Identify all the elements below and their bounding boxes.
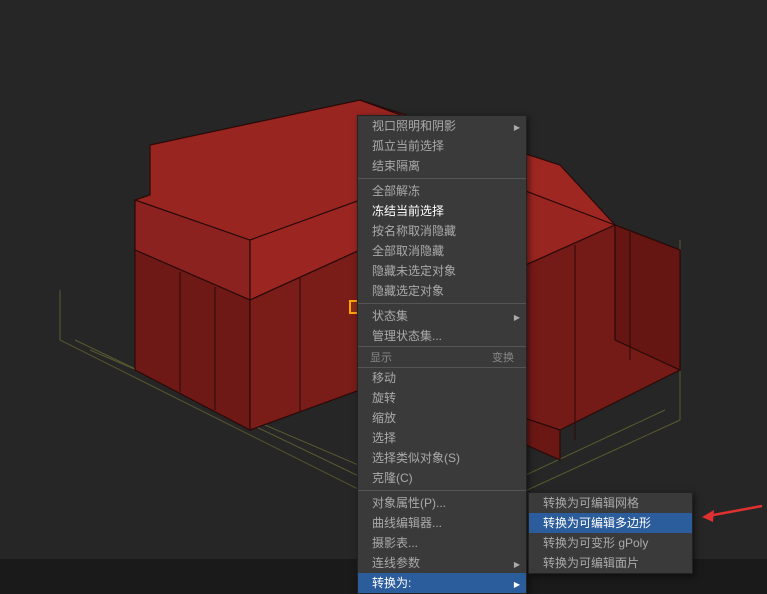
menu.items2-item-10[interactable]: 连线参数 xyxy=(358,553,526,573)
menu.items-item-6[interactable]: 按名称取消隐藏 xyxy=(358,221,526,241)
menu-header: 显示 变换 xyxy=(358,346,526,368)
menu.items2-item-3[interactable]: 选择 xyxy=(358,428,526,448)
menu.items2-item-9[interactable]: 摄影表... xyxy=(358,533,526,553)
menu-header-right: 显示 xyxy=(366,348,396,366)
menu-separator xyxy=(358,303,526,304)
menu.items2-item-4[interactable]: 选择类似对象(S) xyxy=(358,448,526,468)
submenu.items-item-1[interactable]: 转换为可编辑多边形 xyxy=(529,513,692,533)
menu.items-item-4[interactable]: 全部解冻 xyxy=(358,181,526,201)
convert-submenu: 转换为可编辑网格转换为可编辑多边形转换为可变形 gPoly转换为可编辑面片 xyxy=(528,492,693,574)
menu-separator xyxy=(358,490,526,491)
submenu.items-item-2[interactable]: 转换为可变形 gPoly xyxy=(529,533,692,553)
viewport[interactable]: 视口照明和阴影孤立当前选择结束隔离全部解冻冻结当前选择按名称取消隐藏全部取消隐藏… xyxy=(0,0,767,559)
menu.items2-item-11[interactable]: 转换为: xyxy=(358,573,526,593)
menu.items2-item-0[interactable]: 移动 xyxy=(358,368,526,388)
menu.items2-item-8[interactable]: 曲线编辑器... xyxy=(358,513,526,533)
annotation-arrow xyxy=(700,500,767,528)
menu.items-item-0[interactable]: 视口照明和阴影 xyxy=(358,116,526,136)
menu.items-item-5[interactable]: 冻结当前选择 xyxy=(358,201,526,221)
menu.items-item-8[interactable]: 隐藏未选定对象 xyxy=(358,261,526,281)
menu.items2-item-7[interactable]: 对象属性(P)... xyxy=(358,493,526,513)
menu-header-left: 变换 xyxy=(488,348,518,366)
menu-section-1: 视口照明和阴影孤立当前选择结束隔离全部解冻冻结当前选择按名称取消隐藏全部取消隐藏… xyxy=(358,116,526,346)
submenu.items-item-3[interactable]: 转换为可编辑面片 xyxy=(529,553,692,573)
menu.items-item-2[interactable]: 结束隔离 xyxy=(358,156,526,176)
menu.items2-item-1[interactable]: 旋转 xyxy=(358,388,526,408)
menu.items-item-11[interactable]: 状态集 xyxy=(358,306,526,326)
menu.items2-item-5[interactable]: 克隆(C) xyxy=(358,468,526,488)
menu.items-item-7[interactable]: 全部取消隐藏 xyxy=(358,241,526,261)
menu-section-2: 移动旋转缩放选择选择类似对象(S)克隆(C) 对象属性(P)...曲线编辑器...… xyxy=(358,368,526,593)
quad-menu: 视口照明和阴影孤立当前选择结束隔离全部解冻冻结当前选择按名称取消隐藏全部取消隐藏… xyxy=(357,115,527,594)
menu.items-item-9[interactable]: 隐藏选定对象 xyxy=(358,281,526,301)
menu.items-item-1[interactable]: 孤立当前选择 xyxy=(358,136,526,156)
menu.items2-item-2[interactable]: 缩放 xyxy=(358,408,526,428)
submenu.items-item-0[interactable]: 转换为可编辑网格 xyxy=(529,493,692,513)
menu-separator xyxy=(358,178,526,179)
menu.items-item-12[interactable]: 管理状态集... xyxy=(358,326,526,346)
